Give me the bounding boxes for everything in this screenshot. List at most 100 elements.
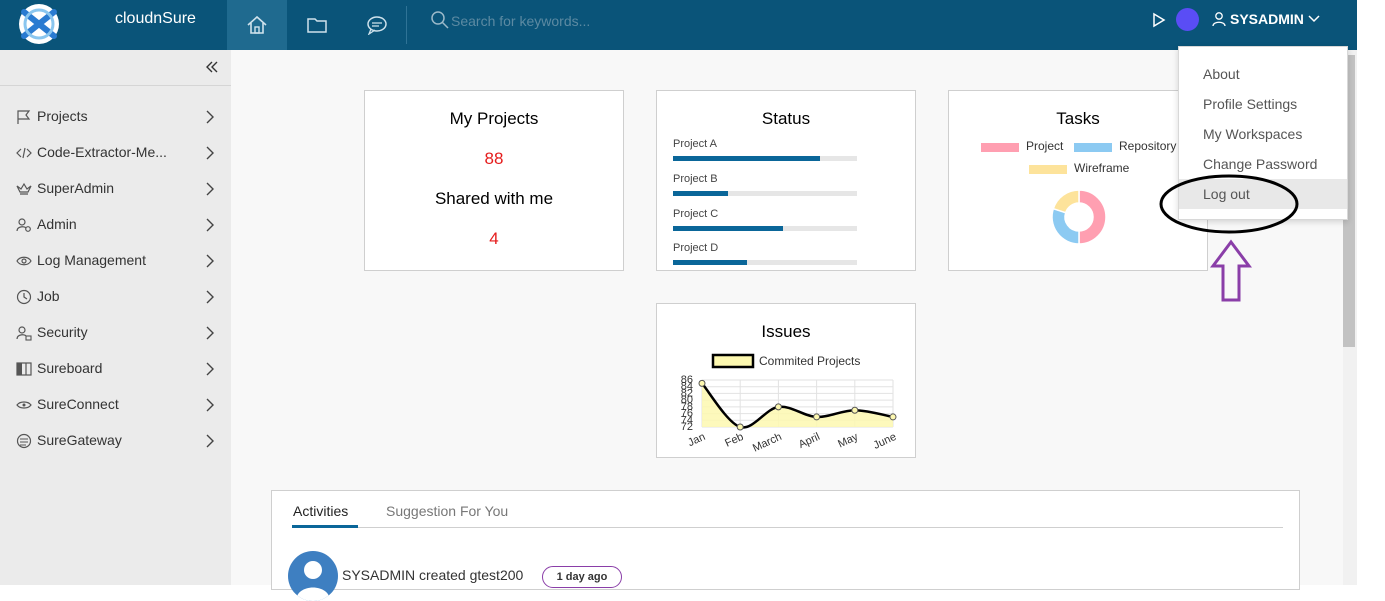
activities-panel: Activities Suggestion For You SYSADMIN c… bbox=[271, 490, 1300, 601]
top-navbar: cloudnSure SYSADMIN bbox=[0, 0, 1357, 50]
status-progress-bar bbox=[673, 156, 857, 161]
donut-slice-repository[interactable] bbox=[1051, 207, 1080, 245]
nav-separator bbox=[406, 6, 407, 44]
legend-swatch bbox=[711, 353, 755, 369]
sidebar-item-superadmin[interactable]: SuperAdmin bbox=[0, 171, 231, 207]
sidebar-item-label: Security bbox=[37, 324, 88, 340]
avatar[interactable] bbox=[288, 551, 338, 601]
my-projects-card[interactable]: My Projects 88 Shared with me 4 bbox=[364, 90, 624, 271]
user-icon bbox=[1212, 12, 1226, 27]
play-icon[interactable] bbox=[1152, 12, 1166, 28]
eye-icon bbox=[16, 256, 32, 266]
code-icon bbox=[16, 147, 32, 159]
sidebar-item-label: Sureboard bbox=[37, 360, 103, 376]
sidebar-item-sureconnect[interactable]: SureConnect bbox=[0, 387, 231, 423]
sidebar-item-log-management[interactable]: Log Management bbox=[0, 243, 231, 279]
data-point bbox=[774, 403, 782, 411]
collapse-sidebar-icon[interactable] bbox=[205, 60, 219, 74]
sidebar-item-label: Projects bbox=[37, 108, 88, 124]
sidebar-item-suregateway[interactable]: SureGateway bbox=[0, 423, 231, 459]
legend-swatch-repository bbox=[1074, 143, 1112, 152]
connect-icon bbox=[16, 401, 32, 409]
y-tick-label: 72 bbox=[681, 421, 693, 433]
chevron-right-icon bbox=[206, 218, 214, 232]
menu-item-my-workspaces[interactable]: My Workspaces bbox=[1179, 119, 1347, 149]
brand-name: cloudnSure bbox=[115, 10, 196, 27]
sidebar-item-sureboard[interactable]: Sureboard bbox=[0, 351, 231, 387]
crown-icon bbox=[16, 182, 32, 195]
sidebar: Projects Code-Extractor-Me... SuperAdmin… bbox=[0, 50, 231, 585]
user-menu[interactable]: SYSADMIN bbox=[1212, 11, 1320, 27]
sidebar-item-admin[interactable]: Admin bbox=[0, 207, 231, 243]
sidebar-item-security[interactable]: Security bbox=[0, 315, 231, 351]
sidebar-item-label: Code-Extractor-Me... bbox=[37, 144, 167, 160]
chevron-right-icon bbox=[206, 362, 214, 376]
tab-suggestion[interactable]: Suggestion For You bbox=[386, 503, 508, 519]
shared-count: 4 bbox=[489, 229, 499, 248]
projects-nav-button[interactable] bbox=[287, 0, 347, 50]
status-progress-fill bbox=[673, 226, 784, 231]
legend-label: Commited Projects bbox=[759, 354, 860, 368]
user-silhouette-icon bbox=[296, 561, 330, 601]
sidebar-item-label: SuperAdmin bbox=[37, 180, 115, 196]
x-tick-label: June bbox=[872, 431, 899, 452]
home-nav-button[interactable] bbox=[227, 0, 287, 50]
status-progress-bar bbox=[673, 226, 857, 231]
sidebar-item-job[interactable]: Job bbox=[0, 279, 231, 315]
messages-nav-button[interactable] bbox=[347, 0, 407, 50]
status-project-label: Project D bbox=[673, 242, 719, 254]
chevron-right-icon bbox=[206, 110, 214, 124]
cloudnsure-logo[interactable] bbox=[12, 2, 66, 46]
chevron-right-icon bbox=[206, 254, 214, 268]
shared-with-me-title: Shared with me bbox=[434, 189, 554, 208]
status-project-label: Project A bbox=[673, 138, 718, 150]
sidebar-item-code-extractor[interactable]: Code-Extractor-Me... bbox=[0, 135, 231, 171]
card-title: Tasks bbox=[1056, 109, 1100, 128]
chevron-right-icon bbox=[206, 398, 214, 412]
card-title: Issues bbox=[761, 322, 811, 341]
chevron-right-icon bbox=[206, 290, 214, 304]
sidebar-item-label: SureGateway bbox=[37, 432, 122, 448]
menu-item-profile-settings[interactable]: Profile Settings bbox=[1179, 89, 1347, 119]
donut-slice-wireframe[interactable] bbox=[1052, 189, 1080, 214]
board-icon bbox=[16, 362, 32, 376]
data-point bbox=[698, 379, 706, 387]
search-input[interactable] bbox=[451, 10, 721, 32]
data-point bbox=[889, 413, 897, 421]
chevron-right-icon bbox=[206, 326, 214, 340]
flag-icon bbox=[17, 110, 31, 124]
legend-label: Wireframe bbox=[1074, 161, 1130, 175]
username-label: SYSADMIN bbox=[1230, 11, 1304, 27]
donut-slice-project[interactable] bbox=[1078, 189, 1107, 245]
sidebar-item-label: Job bbox=[37, 288, 60, 304]
tab-activities[interactable]: Activities bbox=[293, 503, 348, 519]
annotation-overlay bbox=[1159, 174, 1299, 302]
tasks-donut-chart bbox=[1051, 189, 1107, 245]
chat-icon bbox=[367, 16, 387, 35]
status-progress-bar bbox=[673, 260, 857, 265]
sidebar-item-label: Log Management bbox=[37, 252, 146, 268]
status-progress-bar bbox=[673, 191, 857, 196]
x-tick-label: April bbox=[797, 431, 822, 451]
status-avatar[interactable] bbox=[1176, 8, 1199, 31]
x-tick-label: March bbox=[751, 431, 784, 455]
issues-card[interactable]: Issues Commited Projects 86 84 82 80 78 76 74 72… bbox=[656, 303, 916, 458]
sidebar-item-label: Admin bbox=[37, 216, 77, 232]
x-tick-label: May bbox=[836, 431, 860, 451]
search-box[interactable] bbox=[430, 10, 730, 32]
search-icon bbox=[431, 11, 449, 29]
status-card[interactable]: Status Project A Project B Project C Pro… bbox=[656, 90, 916, 271]
clock-icon bbox=[16, 289, 32, 305]
x-tick-label: Jan bbox=[686, 431, 707, 449]
status-progress-fill bbox=[673, 156, 821, 161]
chevron-down-icon bbox=[1308, 15, 1320, 23]
sidebar-item-projects[interactable]: Projects bbox=[0, 99, 231, 135]
card-title: Status bbox=[761, 109, 811, 128]
user-gear-icon bbox=[16, 218, 31, 232]
chevron-right-icon bbox=[206, 146, 214, 160]
legend-swatch-project bbox=[981, 143, 1019, 152]
status-project-label: Project B bbox=[673, 173, 718, 185]
card-title: My Projects bbox=[449, 109, 539, 128]
menu-item-about[interactable]: About bbox=[1179, 59, 1347, 89]
annotation-ellipse bbox=[1159, 174, 1299, 234]
